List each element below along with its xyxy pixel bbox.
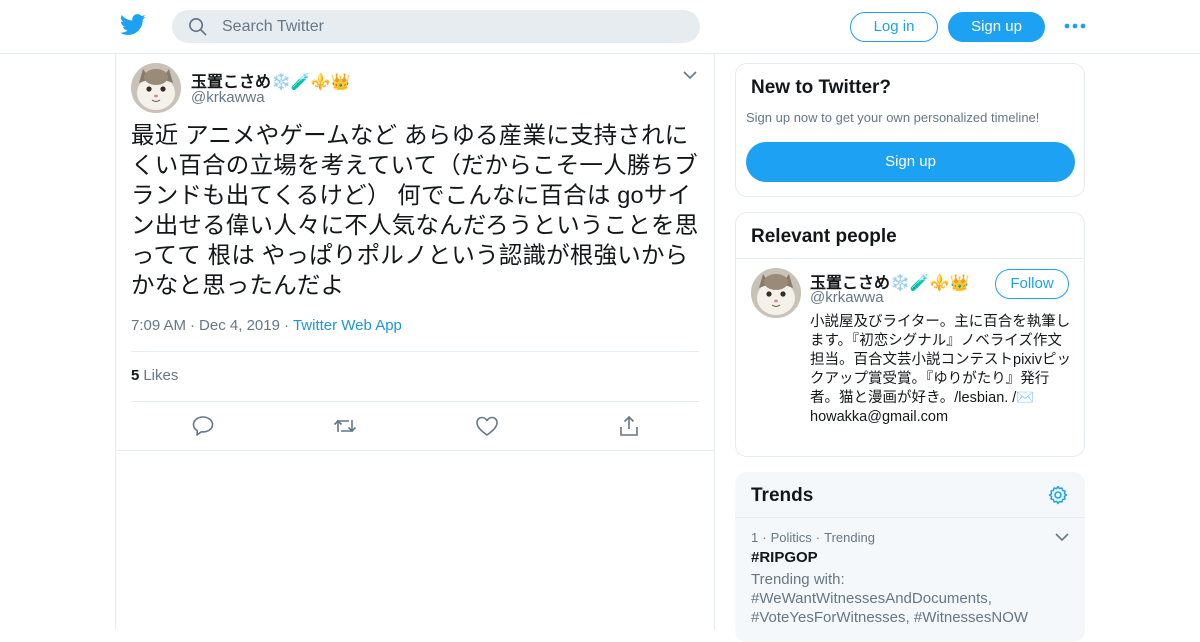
trend-category: Politics: [770, 530, 812, 545]
tweet-column: 玉置こさめ❄️🧪⚜️👑 @krkawwa 最近 アニメやゲームなど あらゆる産業…: [115, 54, 715, 630]
tweet-source-link[interactable]: Twitter Web App: [293, 317, 402, 334]
module-title: Trends: [751, 485, 814, 506]
trend-rank: 1: [751, 530, 759, 545]
relevant-people-module: Relevant people 玉置こさめ❄️🧪⚜️👑 @krkawwa Fol…: [735, 212, 1085, 457]
avatar[interactable]: [751, 268, 801, 318]
divider: [131, 401, 699, 402]
login-button[interactable]: Log in: [850, 12, 938, 42]
like-heart-icon[interactable]: [475, 415, 499, 437]
share-icon[interactable]: [617, 415, 641, 437]
tweet-time[interactable]: 7:09 AM: [131, 317, 186, 334]
tweet-date[interactable]: Dec 4, 2019: [199, 317, 280, 334]
chevron-down-icon[interactable]: [683, 70, 697, 80]
avatar[interactable]: [131, 63, 181, 113]
module-subtitle: Sign up now to get your own personalized…: [746, 110, 1040, 125]
module-title: New to Twitter?: [751, 77, 892, 98]
separator-dot: ·: [190, 317, 196, 334]
tweet-metadata: 7:09 AM · Dec 4, 2019 · Twitter Web App: [131, 317, 402, 334]
twitter-bird-icon[interactable]: [120, 13, 146, 37]
divider: [735, 517, 1085, 518]
search-input[interactable]: [222, 10, 682, 43]
trend-status: Trending: [824, 530, 875, 545]
gear-icon[interactable]: [1048, 485, 1068, 505]
like-label: Likes: [143, 367, 179, 384]
trend-related: Trending with: #WeWantWitnessesAndDocume…: [751, 571, 1029, 626]
tweet-text: 最近 アニメやゲームなど あらゆる産業に支持されにくい百合の立場を考えていて（だ…: [131, 122, 699, 298]
separator-dot: ·: [283, 317, 289, 334]
top-navigation-bar: Log in Sign up: [0, 0, 1200, 54]
more-dots-icon[interactable]: [1064, 20, 1086, 32]
module-title: Relevant people: [751, 226, 897, 247]
reply-icon[interactable]: [191, 415, 215, 437]
divider: [131, 351, 699, 352]
retweet-icon[interactable]: [333, 415, 357, 437]
like-count: 5: [131, 367, 140, 384]
trend-name[interactable]: #RIPGOP: [751, 549, 818, 566]
cat-avatar-image: [751, 268, 801, 318]
search-icon: [189, 18, 207, 36]
new-to-twitter-module: New to Twitter? Sign up now to get your …: [735, 63, 1085, 197]
tweet-card: 玉置こさめ❄️🧪⚜️👑 @krkawwa 最近 アニメやゲームなど あらゆる産業…: [116, 54, 714, 451]
divider: [736, 258, 1084, 259]
signup-button[interactable]: Sign up: [948, 12, 1045, 42]
search-box[interactable]: [172, 10, 700, 43]
chevron-down-icon[interactable]: [1055, 532, 1069, 542]
follow-button[interactable]: Follow: [995, 269, 1069, 299]
trend-meta: 1 · Politics · Trending: [751, 530, 875, 545]
signup-button-large[interactable]: Sign up: [746, 142, 1075, 182]
separator-dot: ·: [815, 530, 821, 545]
likes-stat[interactable]: 5 Likes: [131, 367, 178, 384]
trends-module: Trends 1 · Politics · Trending #RIPGOP Trend…: [735, 472, 1085, 642]
person-bio: 小説屋及びライター。主に百合を執筆します。『初恋シグナル』ノベライズ作文担当。百…: [810, 314, 1072, 425]
author-handle[interactable]: @krkawwa: [191, 89, 265, 106]
person-handle[interactable]: @krkawwa: [810, 289, 884, 306]
separator-dot: ·: [762, 530, 767, 545]
cat-avatar-image: [131, 63, 181, 113]
